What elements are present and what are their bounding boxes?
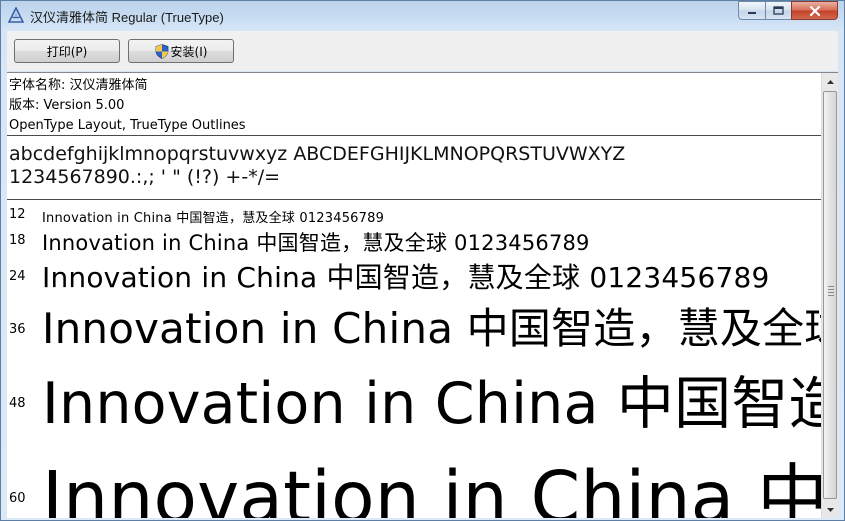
sample-size-label: 60 — [9, 491, 26, 506]
vertical-scrollbar[interactable] — [821, 73, 838, 518]
sample-text: Innovation in China 中国智造，慧及全球 0123456789 — [42, 456, 838, 518]
print-button[interactable]: 打印(P) — [14, 39, 120, 63]
close-button[interactable] — [791, 1, 838, 20]
outline-type-line: OpenType Layout, TrueType Outlines — [9, 118, 246, 133]
font-viewer-window: 汉仪清雅体简 Regular (TrueType) 打印(P) 安装(I) 字体… — [0, 0, 845, 521]
sample-text: Innovation in China 中国智造，慧及全球 0123456789 — [42, 371, 838, 437]
character-set: abcdefghijklmnopqrstuvwxyz ABCDEFGHIJKLM… — [9, 143, 625, 189]
scroll-up-arrow-icon — [826, 79, 834, 84]
sample-text: Innovation in China 中国智造，慧及全球 0123456789 — [42, 211, 385, 226]
install-button[interactable]: 安装(I) — [128, 39, 234, 63]
charset-digits: 1234567890.:,; ' " (!?) +-*/= — [9, 166, 281, 188]
font-viewer-icon — [8, 7, 24, 23]
divider — [7, 135, 822, 136]
minimize-icon — [748, 11, 756, 14]
sample-size-label: 12 — [9, 207, 26, 222]
sample-size-label: 18 — [9, 233, 26, 248]
window-title: 汉仪清雅体简 Regular (TrueType) — [30, 10, 224, 25]
sample-size-label: 48 — [9, 396, 26, 411]
title-bar[interactable]: 汉仪清雅体简 Regular (TrueType) — [1, 1, 844, 31]
charset-letters: abcdefghijklmnopqrstuvwxyz ABCDEFGHIJKLM… — [9, 143, 626, 165]
sample-size-label: 24 — [9, 269, 26, 284]
scroll-thumb[interactable] — [823, 91, 837, 499]
uac-shield-icon — [155, 43, 168, 59]
grip-icon — [828, 286, 834, 298]
toolbar: 打印(P) 安装(I) — [7, 31, 838, 71]
minimize-button[interactable] — [738, 1, 765, 20]
caption-buttons — [738, 1, 838, 21]
install-button-label: 安装(I) — [170, 44, 208, 59]
font-preview-pane[interactable]: 字体名称: 汉仪清雅体简 版本: Version 5.00 OpenType L… — [7, 72, 838, 518]
scroll-up-button[interactable] — [822, 73, 838, 90]
sample-size-label: 36 — [9, 322, 26, 337]
sample-text: Innovation in China 中国智造，慧及全球 0123456789 — [42, 261, 770, 294]
print-button-label: 打印(P) — [46, 44, 88, 59]
sample-text: Innovation in China 中国智造，慧及全球 0123456789 — [42, 304, 838, 353]
font-name-line: 字体名称: 汉仪清雅体简 — [9, 78, 148, 93]
scroll-down-button[interactable] — [822, 501, 838, 518]
divider — [7, 199, 822, 200]
maximize-button[interactable] — [765, 1, 791, 20]
maximize-icon — [773, 6, 784, 15]
font-info: 字体名称: 汉仪清雅体简 版本: Version 5.00 OpenType L… — [9, 76, 246, 136]
version-line: 版本: Version 5.00 — [9, 98, 125, 113]
scroll-down-arrow-icon — [826, 507, 834, 512]
sample-text: Innovation in China 中国智造，慧及全球 0123456789 — [42, 231, 590, 255]
close-icon — [809, 5, 820, 16]
